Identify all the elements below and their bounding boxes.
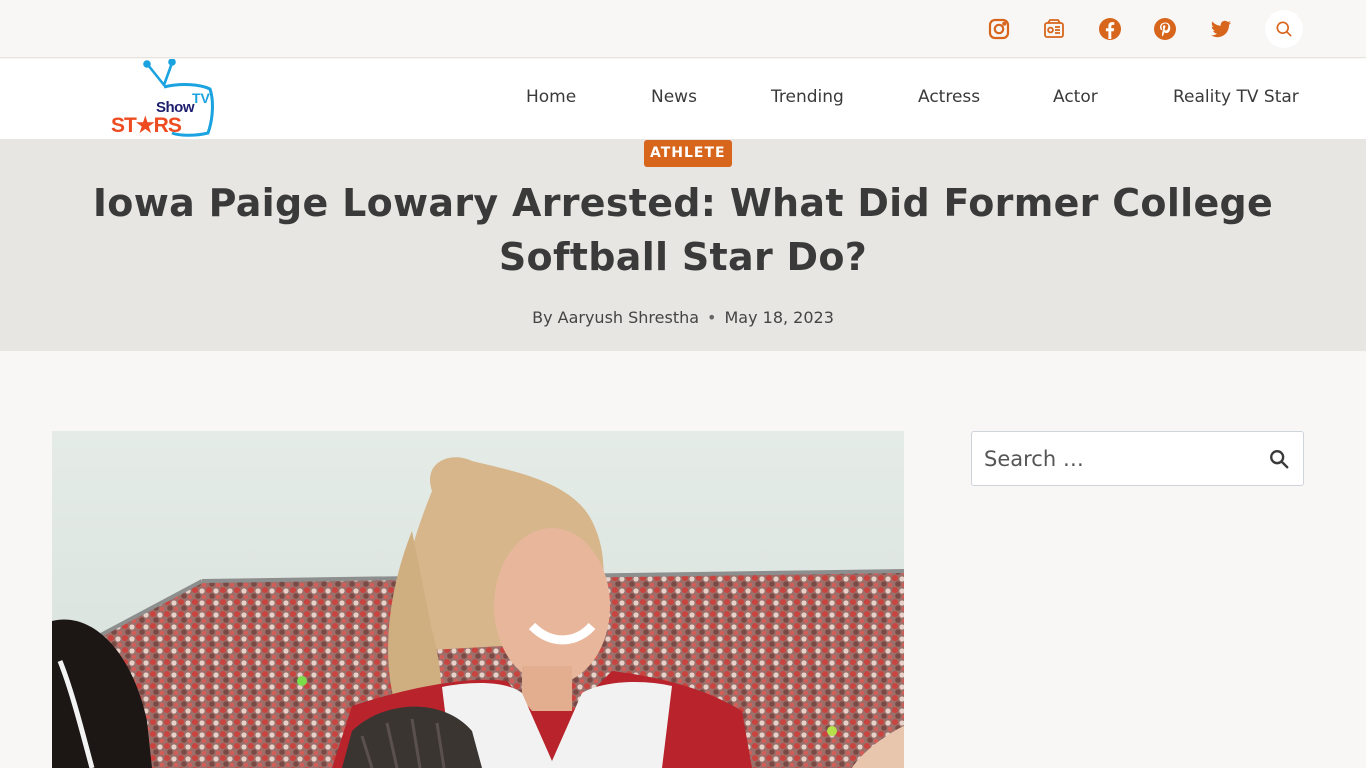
- author-link[interactable]: Aaryush Shrestha: [558, 308, 699, 327]
- facebook-icon[interactable]: [1095, 14, 1125, 44]
- author-prefix: By: [532, 308, 558, 327]
- category-badge[interactable]: ATHLETE: [644, 140, 732, 167]
- post-meta: By Aaryush Shrestha • May 18, 2023: [0, 308, 1366, 327]
- nav-item-home[interactable]: Home: [526, 87, 576, 111]
- nav-item-trending[interactable]: Trending: [771, 87, 844, 111]
- search-icon: [1270, 450, 1289, 469]
- top-social-bar: [0, 0, 1366, 58]
- post-title: Iowa Paige Lowary Arrested: What Did For…: [92, 181, 1274, 279]
- instagram-icon[interactable]: [984, 14, 1014, 44]
- softball-player-photo: [52, 431, 904, 768]
- search-submit-button[interactable]: [1265, 445, 1293, 473]
- header-search-button[interactable]: [1265, 10, 1303, 48]
- site-logo[interactable]: Show TV ST★RS: [108, 59, 218, 139]
- nav-item-actor[interactable]: Actor: [1053, 87, 1098, 111]
- twitter-icon[interactable]: [1206, 14, 1236, 44]
- nav-item-news[interactable]: News: [651, 87, 697, 111]
- meta-separator: •: [707, 308, 717, 327]
- search-input[interactable]: [972, 432, 1252, 485]
- nav-item-actress[interactable]: Actress: [918, 87, 980, 111]
- featured-image: [52, 431, 904, 768]
- post-date: May 18, 2023: [724, 308, 834, 327]
- search-icon: [1276, 21, 1292, 37]
- site-header: Show TV ST★RS Home News Trending Actress…: [0, 59, 1366, 139]
- google-news-icon[interactable]: [1039, 14, 1069, 44]
- logo-tv-text: TV: [192, 90, 210, 106]
- logo-stars-text: ST★RS: [111, 114, 182, 137]
- sidebar-search-form: [971, 431, 1304, 486]
- nav-item-reality-tv-star[interactable]: Reality TV Star: [1173, 87, 1299, 111]
- pinterest-icon[interactable]: [1150, 14, 1180, 44]
